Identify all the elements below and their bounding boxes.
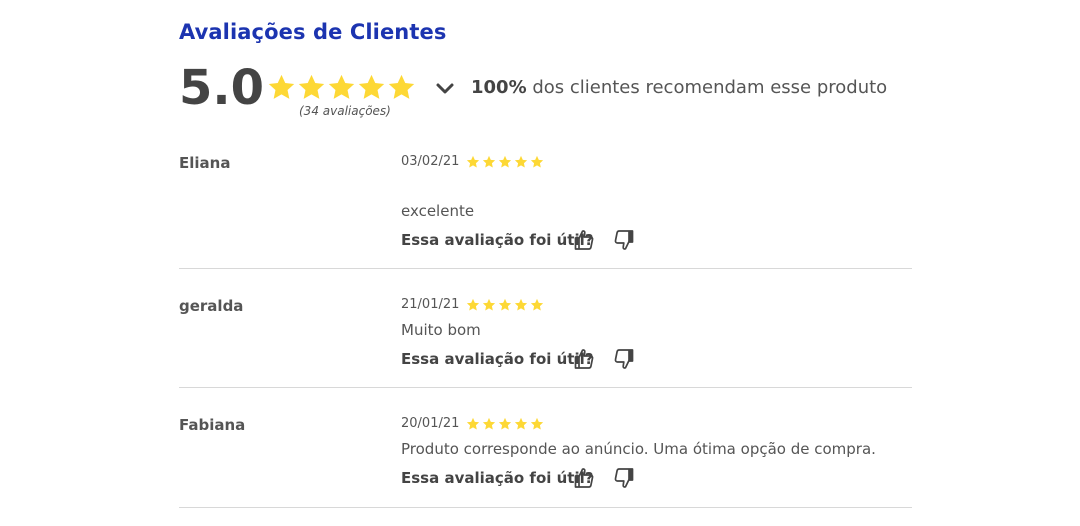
section-title: Avaliações de Clientes bbox=[179, 20, 447, 44]
review-stars bbox=[466, 298, 544, 312]
review-item: geralda 21/01/21 Muito bom Essa avaliaçã… bbox=[179, 268, 912, 388]
recommend-text: dos clientes recomendam esse produto bbox=[526, 77, 888, 98]
thumbs-up-icon[interactable] bbox=[572, 228, 596, 252]
recommend-percentage: 100% bbox=[471, 77, 527, 98]
average-score: 5.0 bbox=[179, 60, 265, 116]
review-text: Muito bom bbox=[401, 321, 481, 339]
review-item: Fabiana 20/01/21 Produto corresponde ao … bbox=[179, 387, 912, 508]
review-stars bbox=[466, 155, 544, 169]
star-icon bbox=[498, 298, 512, 311]
rating-summary: 5.0 (34 avaliações) 100% dos clientes re… bbox=[179, 58, 939, 128]
star-icon bbox=[268, 74, 295, 99]
star-icon bbox=[498, 155, 512, 168]
average-stars bbox=[267, 73, 416, 102]
review-text: excelente bbox=[401, 202, 475, 220]
star-icon bbox=[482, 417, 496, 430]
helpful-question: Essa avaliação foi útil? bbox=[401, 469, 594, 487]
review-text: Produto corresponde ao anúncio. Uma ótim… bbox=[401, 440, 876, 458]
star-icon bbox=[514, 417, 528, 430]
review-item: Eliana 03/02/21 excelente Essa avaliação… bbox=[179, 150, 912, 269]
thumbs-down-icon[interactable] bbox=[612, 347, 636, 371]
thumbs-up-icon[interactable] bbox=[572, 347, 596, 371]
thumbs-up-icon[interactable] bbox=[572, 466, 596, 490]
review-date: 21/01/21 bbox=[401, 297, 460, 312]
customer-reviews-section: Avaliações de Clientes 5.0 (34 avaliaçõe… bbox=[0, 0, 1080, 526]
thumbs-down-icon[interactable] bbox=[612, 466, 636, 490]
star-icon bbox=[482, 298, 496, 311]
review-count: (34 avaliações) bbox=[299, 104, 391, 118]
thumbs-down-icon[interactable] bbox=[612, 228, 636, 252]
star-icon bbox=[466, 298, 480, 311]
recommend-statement: 100% dos clientes recomendam esse produt… bbox=[471, 77, 887, 98]
star-icon bbox=[298, 74, 325, 99]
star-icon bbox=[498, 417, 512, 430]
review-date: 20/01/21 bbox=[401, 416, 460, 431]
star-icon bbox=[530, 417, 544, 430]
star-icon bbox=[530, 298, 544, 311]
reviewer-name: Eliana bbox=[179, 154, 231, 172]
review-date: 03/02/21 bbox=[401, 154, 460, 169]
star-icon bbox=[482, 155, 496, 168]
chevron-down-icon[interactable] bbox=[435, 81, 455, 97]
helpful-question: Essa avaliação foi útil? bbox=[401, 350, 594, 368]
star-icon bbox=[514, 155, 528, 168]
helpful-question: Essa avaliação foi útil? bbox=[401, 231, 594, 249]
reviewer-name: geralda bbox=[179, 297, 244, 315]
star-icon bbox=[530, 155, 544, 168]
star-icon bbox=[466, 155, 480, 168]
star-icon bbox=[358, 74, 385, 99]
review-stars bbox=[466, 417, 544, 431]
star-icon bbox=[466, 417, 480, 430]
star-icon bbox=[388, 74, 415, 99]
star-icon bbox=[328, 74, 355, 99]
star-icon bbox=[514, 298, 528, 311]
reviewer-name: Fabiana bbox=[179, 416, 246, 434]
